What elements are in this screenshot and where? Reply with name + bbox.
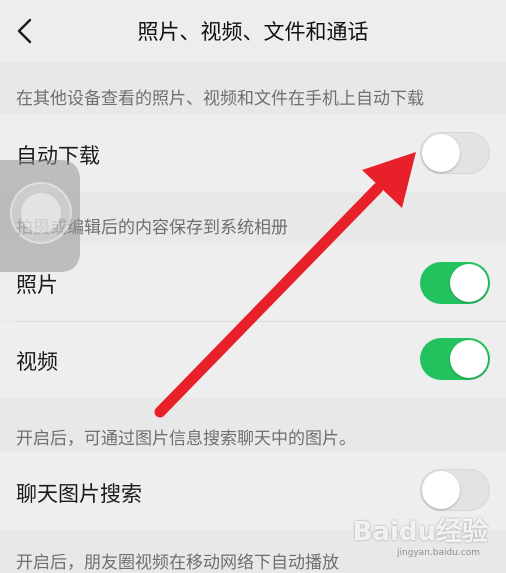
row-videos[interactable]: 视频 — [0, 322, 506, 398]
page-title: 照片、视频、文件和通话 — [137, 20, 369, 44]
toggle-knob — [450, 264, 488, 302]
bottom-note: 开启后，朋友圈视频在移动网络下自动播放 — [16, 553, 339, 573]
baidu-watermark-logo: Baidu经验 — [352, 517, 488, 547]
photos-label: 照片 — [16, 273, 58, 297]
auto-download-toggle[interactable] — [420, 132, 490, 174]
toggle-knob — [422, 471, 460, 509]
auto-download-note: 在其他设备查看的照片、视频和文件在手机上自动下载 — [16, 89, 424, 109]
floating-assistive-ball[interactable] — [0, 160, 80, 272]
toggle-knob — [450, 340, 488, 378]
videos-label: 视频 — [16, 350, 58, 374]
nav-header: 照片、视频、文件和通话 — [0, 0, 506, 62]
chat-image-search-label: 聊天图片搜索 — [16, 482, 142, 506]
baidu-watermark-url: jingyan.baidu.com — [396, 548, 480, 558]
assistive-core-icon — [21, 193, 61, 233]
videos-toggle[interactable] — [420, 338, 490, 380]
chat-image-search-toggle[interactable] — [420, 469, 490, 511]
photos-toggle[interactable] — [420, 262, 490, 304]
toggle-knob — [422, 134, 460, 172]
image-search-note: 开启后，可通过图片信息搜索聊天中的图片。 — [16, 429, 356, 449]
